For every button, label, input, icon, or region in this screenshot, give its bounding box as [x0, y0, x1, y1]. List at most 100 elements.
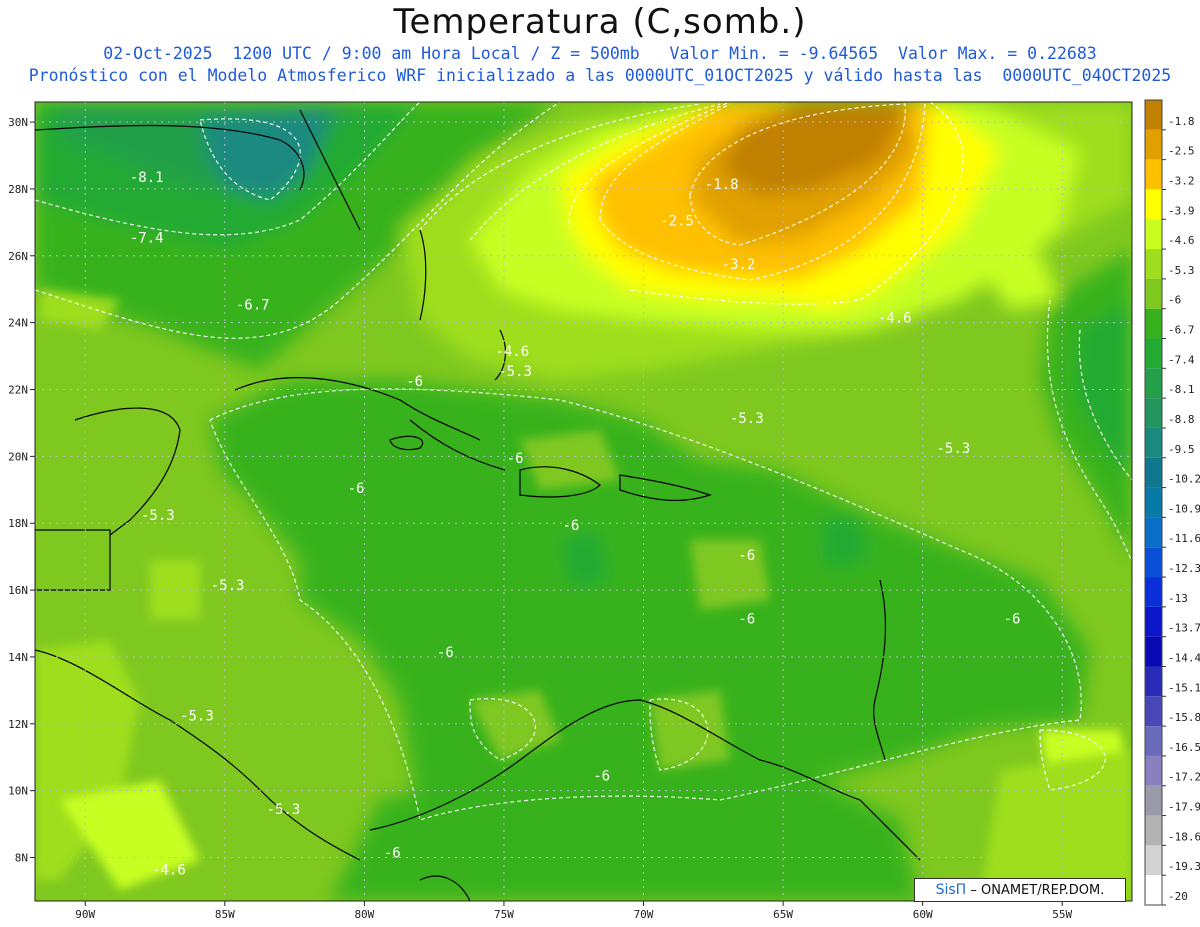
colorbar-swatch — [1145, 815, 1162, 846]
lat-tick-label: 30N — [8, 116, 28, 129]
colorbar-swatch — [1145, 696, 1162, 727]
latitude-labels: 30N 28N 26N 24N 22N 20N 18N 16N 14N 12N 10N 8N — [8, 116, 35, 865]
lat-tick-label: 18N — [8, 517, 28, 530]
contour-label: -6 — [738, 548, 755, 564]
colorbar-swatch — [1145, 278, 1162, 309]
colorbar-swatch — [1145, 159, 1162, 190]
contour-label: -6 — [593, 769, 610, 785]
contour-label: -6 — [348, 481, 365, 497]
colorbar-swatch — [1145, 129, 1162, 160]
contour-label: -3.2 — [722, 257, 756, 273]
lon-tick-label: 65W — [773, 908, 793, 921]
lon-tick-label: 70W — [634, 908, 654, 921]
lat-tick-label: 22N — [8, 384, 28, 397]
colorbar-label: -8.8 — [1168, 413, 1195, 426]
colorbar-label: -15.8 — [1168, 711, 1200, 724]
colorbar-swatch — [1145, 249, 1162, 279]
lat-tick-label: 28N — [8, 183, 28, 196]
contour-label: -4.6 — [878, 311, 912, 327]
contour-label: -6 — [437, 645, 454, 661]
colorbar-label: -8.1 — [1168, 383, 1195, 396]
contour-label: -5.3 — [211, 578, 245, 594]
colorbar-label: -3.2 — [1168, 174, 1195, 187]
colorbar-swatch — [1145, 457, 1162, 488]
lat-tick-label: 20N — [8, 450, 28, 463]
colorbar-label: -6.7 — [1168, 324, 1195, 337]
colorbar-swatch — [1145, 547, 1162, 578]
lat-tick-label: 24N — [8, 317, 28, 330]
colorbar-label: -9.5 — [1168, 443, 1195, 456]
contour-label: -6 — [738, 612, 755, 628]
colorbar-label: -12.3 — [1168, 562, 1200, 575]
colorbar-label: -16.5 — [1168, 741, 1200, 754]
colorbar-swatch — [1145, 606, 1162, 637]
contour-label: -1.8 — [705, 177, 739, 193]
lon-tick-label: 55W — [1052, 908, 1072, 921]
colorbar-label: -3.9 — [1168, 204, 1195, 217]
colorbar-label: -13.7 — [1168, 622, 1200, 635]
contour-label: -6 — [384, 846, 401, 862]
colorbar-swatch — [1145, 577, 1162, 607]
contour-label: -6 — [406, 374, 423, 390]
colorbar-swatch — [1145, 308, 1162, 339]
colorbar: -1.8 -2.5 -3.2 -3.9 -4.6 -5.3 -6 -6.7 -7.4 -8.1 -8… — [1144, 99, 1200, 906]
temperature-field — [35, 102, 1132, 901]
contour-label: -8.1 — [130, 170, 164, 186]
contour-label: -7.4 — [130, 230, 164, 246]
colorbar-label: -19.3 — [1168, 860, 1200, 873]
colorbar-label: -11.6 — [1168, 532, 1200, 545]
contour-label: -5.3 — [498, 364, 532, 380]
colorbar-swatch — [1145, 875, 1162, 905]
lon-tick-label: 60W — [913, 908, 933, 921]
lon-tick-label: 85W — [215, 908, 235, 921]
colorbar-swatch — [1145, 785, 1162, 816]
colorbar-label: -20 — [1168, 890, 1188, 903]
sispi-logo-text: SisΠ — [935, 882, 967, 898]
colorbar-label: -18.6 — [1168, 830, 1200, 843]
colorbar-swatch — [1145, 189, 1162, 220]
colorbar-swatch — [1145, 427, 1162, 458]
colorbar-label: -15.1 — [1168, 681, 1200, 694]
contour-label: -5.3 — [141, 508, 175, 524]
credit-box: SisΠ – ONAMET/REP.DOM. — [914, 878, 1126, 902]
contour-label: -6.7 — [236, 297, 270, 313]
colorbar-swatch — [1145, 398, 1162, 428]
colorbar-swatch — [1145, 338, 1162, 369]
colorbar-swatch — [1145, 100, 1162, 130]
longitude-labels: 90W 85W 80W 75W 70W 65W 60W 55W — [75, 901, 1073, 921]
lon-tick-label: 75W — [494, 908, 514, 921]
contour-label: -4.6 — [495, 344, 529, 360]
colorbar-swatch — [1145, 517, 1162, 548]
colorbar-swatch — [1145, 666, 1162, 697]
colorbar-label: -17.9 — [1168, 801, 1200, 814]
colorbar-label: -2.5 — [1168, 145, 1195, 158]
contour-label: -5.3 — [936, 441, 970, 457]
contour-label: -5.3 — [267, 802, 301, 818]
colorbar-swatch — [1145, 368, 1162, 399]
lat-tick-label: 8N — [15, 852, 28, 865]
colorbar-swatch — [1145, 726, 1162, 756]
credit-text: – ONAMET/REP.DOM. — [970, 883, 1105, 898]
lat-tick-label: 16N — [8, 584, 28, 597]
colorbar-label: -4.6 — [1168, 234, 1195, 247]
colorbar-label: -6 — [1168, 294, 1181, 307]
colorbar-label: -14.4 — [1168, 651, 1200, 664]
colorbar-label: -17.2 — [1168, 771, 1200, 784]
colorbar-label: -10.2 — [1168, 473, 1200, 486]
contour-label: -4.6 — [152, 862, 186, 878]
lon-tick-label: 90W — [75, 908, 95, 921]
colorbar-swatch — [1145, 636, 1162, 667]
contour-label: -6 — [563, 518, 580, 534]
contour-label: -5.3 — [180, 708, 214, 724]
lat-tick-label: 14N — [8, 651, 28, 664]
contour-label: -5.3 — [730, 411, 764, 427]
temperature-map: 30N 28N 26N 24N 22N 20N 18N 16N 14N 12N 10N 8N 90W 8… — [8, 99, 1200, 921]
lat-tick-label: 10N — [8, 785, 28, 798]
colorbar-label: -7.4 — [1168, 353, 1195, 366]
colorbar-label: -13 — [1168, 592, 1188, 605]
lon-tick-label: 80W — [354, 908, 374, 921]
colorbar-label: -5.3 — [1168, 264, 1195, 277]
contour-label: -6 — [507, 451, 524, 467]
colorbar-swatch — [1145, 487, 1162, 518]
contour-label: -6 — [1004, 612, 1021, 628]
